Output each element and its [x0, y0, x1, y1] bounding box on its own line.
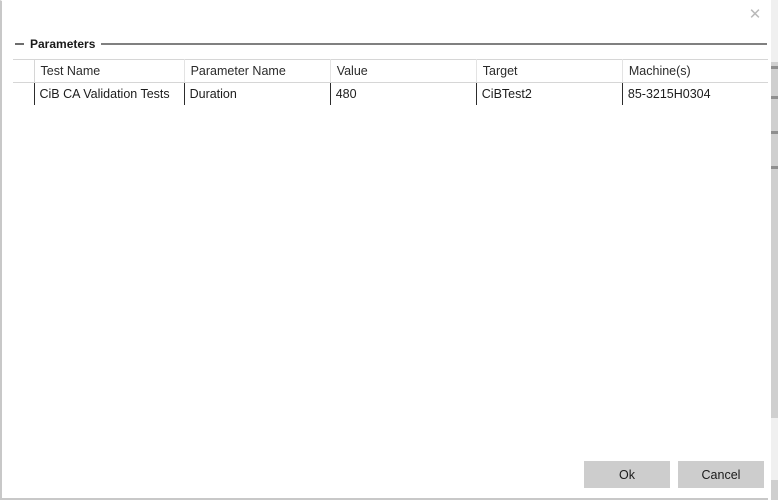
group-divider	[101, 43, 767, 45]
cell-value[interactable]: 480	[330, 82, 477, 105]
close-icon[interactable]: ✕	[742, 2, 768, 26]
table-row[interactable]: CiB CA Validation Tests Duration 480 CiB…	[13, 82, 769, 105]
scrollbar-thumb-lower[interactable]	[771, 418, 778, 480]
parameters-group-title: Parameters	[30, 37, 96, 51]
scrollbar-tick	[771, 96, 778, 99]
column-header-target[interactable]: Target	[476, 59, 623, 83]
parameters-group-header: Parameters	[13, 37, 767, 51]
cancel-button[interactable]: Cancel	[678, 461, 764, 488]
cell-test-name[interactable]: CiB CA Validation Tests	[34, 82, 185, 105]
dialog-footer: Ok Cancel	[584, 461, 764, 488]
scrollbar-tick	[771, 66, 778, 69]
column-header-value[interactable]: Value	[330, 59, 477, 83]
dialog-titlebar: ✕	[2, 1, 778, 27]
scrollbar-tick	[771, 166, 778, 169]
table-header-row: Test Name Parameter Name Value Target Ma…	[13, 59, 769, 83]
scrollbar-thumb[interactable]	[771, 0, 778, 62]
parameters-grid[interactable]: Test Name Parameter Name Value Target Ma…	[13, 59, 769, 105]
column-header-test-name[interactable]: Test Name	[34, 59, 185, 83]
column-header-machines[interactable]: Machine(s)	[622, 59, 769, 83]
minus-icon[interactable]	[13, 38, 26, 51]
parameters-groupbox: Parameters	[13, 37, 767, 51]
cell-parameter-name[interactable]: Duration	[184, 82, 331, 105]
cell-target[interactable]: CiBTest2	[476, 82, 623, 105]
column-header-parameter-name[interactable]: Parameter Name	[184, 59, 331, 83]
row-selector-header[interactable]	[13, 59, 35, 83]
row-selector-cell[interactable]	[13, 82, 35, 105]
scrollbar-tick	[771, 131, 778, 134]
cell-machines[interactable]: 85-3215H0304	[622, 82, 769, 105]
minus-icon-bar	[15, 43, 24, 45]
ok-button[interactable]: Ok	[584, 461, 670, 488]
parameters-dialog: ✕ Parameters Test Name Parameter Name Va…	[0, 0, 780, 500]
parent-window-scrollbar[interactable]	[768, 0, 780, 500]
parameters-table: Test Name Parameter Name Value Target Ma…	[13, 59, 769, 105]
